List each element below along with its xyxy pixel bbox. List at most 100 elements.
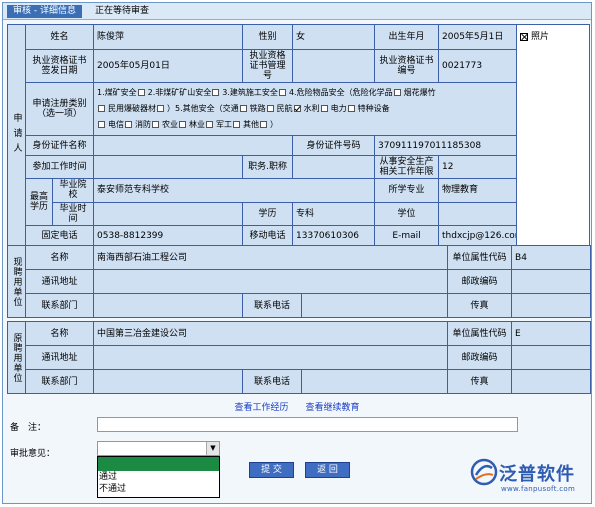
opt-fire: 消防 xyxy=(135,120,152,130)
forest-checkbox[interactable] xyxy=(206,121,214,129)
dropdown-option-blank[interactable] xyxy=(98,457,219,471)
title-value xyxy=(292,155,376,180)
chevron-down-icon[interactable]: ▼ xyxy=(206,442,219,455)
cur-zip-label: 邮政编码 xyxy=(447,269,513,294)
cert-date-value: 2005年05月01日 xyxy=(93,49,244,84)
mobile-label: 移动电话 xyxy=(242,224,294,248)
detail-links: 查看工作经历 查看继续教育 xyxy=(3,400,591,413)
logo-url: www.fanpusoft.com xyxy=(501,485,576,493)
degree-edu-value: 专科 xyxy=(292,201,376,226)
approval-label: 审批意见： xyxy=(10,449,56,459)
photo-cell: 照片 xyxy=(516,24,590,247)
hazardous-chem-checkbox[interactable] xyxy=(393,89,401,97)
railway-checkbox[interactable] xyxy=(266,105,274,113)
opt-non-coal: 2.非煤矿矿山安全 xyxy=(147,88,212,98)
dropdown-option-reject[interactable]: 不通过 xyxy=(98,483,219,495)
fire-checkbox[interactable] xyxy=(152,121,160,129)
telecom-checkbox[interactable] xyxy=(125,121,133,129)
cert-date-label: 执业资格证书签发日期 xyxy=(24,49,95,84)
email-label: E-mail xyxy=(374,224,440,248)
prev-name-value: 中国第三冶金建设公司 xyxy=(92,321,449,346)
previous-employer-side-label: 原聘用单位 xyxy=(7,321,26,394)
opt-aviation: 民航 xyxy=(276,104,293,114)
cur-address-label: 通讯地址 xyxy=(25,269,94,294)
phone-label: 固定电话 xyxy=(24,224,95,248)
applicant-side-label: 申请人 xyxy=(7,24,26,247)
grad-time-label: 毕业时间 xyxy=(51,201,95,226)
previous-employer-table: 原聘用单位 名称 中国第三冶金建设公司 单位属性代码 E 通讯地址 邮政编码 联… xyxy=(7,321,592,394)
prev-name-label: 名称 xyxy=(25,321,94,346)
birth-label: 出生年月 xyxy=(374,23,440,51)
back-button[interactable]: 返 回 xyxy=(305,462,350,478)
cur-dept-label: 联系部门 xyxy=(25,293,94,318)
cur-address-value xyxy=(92,269,449,294)
cur-tel-value xyxy=(300,293,449,318)
degree-edu-label: 学历 xyxy=(242,201,294,226)
work-history-link[interactable]: 查看工作经历 xyxy=(235,403,289,413)
logo-text: 泛普软件 xyxy=(499,464,575,485)
work-start-value xyxy=(93,155,244,180)
current-employer-side-label: 现聘用单位 xyxy=(7,245,26,318)
status-text: 正在等待审查 xyxy=(95,6,150,16)
construction-checkbox[interactable] xyxy=(278,89,286,97)
opt-other: 其他 xyxy=(243,120,260,130)
opt-coal-mine: 1.煤矿安全 xyxy=(97,88,137,98)
remark-input[interactable] xyxy=(97,417,518,432)
water-checkbox[interactable] xyxy=(320,105,328,113)
agri-checkbox[interactable] xyxy=(179,121,187,129)
title-tab[interactable]: 审核 - 详细信息 xyxy=(7,5,82,18)
school-value: 泰安师范专科学校 xyxy=(93,178,376,203)
prev-fax-label: 传真 xyxy=(447,369,513,394)
prev-dept-label: 联系部门 xyxy=(25,369,94,394)
opt-water: 水利 xyxy=(303,104,320,114)
opt-explosives: 民用爆破器材 xyxy=(108,104,157,114)
coal-mine-checkbox[interactable] xyxy=(137,89,145,97)
military-checkbox[interactable] xyxy=(233,121,241,129)
prev-zip-label: 邮政编码 xyxy=(447,345,513,370)
cert-no-label: 执业资格证书编号 xyxy=(374,49,440,84)
remark-label: 备 注： xyxy=(10,423,47,433)
special-equip-checkbox[interactable] xyxy=(98,121,106,129)
gender-label: 性别 xyxy=(242,23,294,51)
logo-mark-icon xyxy=(470,458,498,486)
continuing-edu-link[interactable]: 查看继续教育 xyxy=(305,403,359,413)
dropdown-option-approve[interactable]: 通过 xyxy=(98,471,219,483)
aviation-checkbox[interactable] xyxy=(293,105,301,113)
photo-icon[interactable] xyxy=(520,32,528,41)
prev-tel-value xyxy=(300,369,449,394)
submit-button[interactable]: 提 交 xyxy=(249,462,294,478)
fireworks-checkbox[interactable] xyxy=(98,105,106,113)
cur-name-label: 名称 xyxy=(25,245,94,270)
opt-close: ） xyxy=(270,120,279,130)
prev-nature-value: E xyxy=(511,321,592,346)
category-label: 申请注册类别（选一项） xyxy=(24,82,95,136)
non-coal-checkbox[interactable] xyxy=(212,89,220,97)
prev-tel-label: 联系电话 xyxy=(242,369,302,394)
other-checkbox[interactable] xyxy=(260,121,268,129)
power-checkbox[interactable] xyxy=(347,105,355,113)
email-value: thdxcjp@126.com xyxy=(438,224,519,248)
degree-value xyxy=(438,201,519,226)
opt-forest: 林业 xyxy=(189,120,206,130)
cur-zip-value xyxy=(511,269,592,294)
prev-zip-value xyxy=(511,345,592,370)
approval-dropdown-list: 通过 不通过 xyxy=(97,456,220,498)
transport-checkbox[interactable] xyxy=(239,105,247,113)
title-label: 职务.职称 xyxy=(242,155,294,180)
explosives-checkbox[interactable] xyxy=(157,105,165,113)
cur-tel-label: 联系电话 xyxy=(242,293,302,318)
approval-select[interactable]: ▼ xyxy=(97,441,220,456)
phone-value: 0538-8812399 xyxy=(93,224,244,248)
idcard-no-label: 身份证件号码 xyxy=(292,134,376,157)
approval-window: 审核 - 详细信息 正在等待审查 申请人 姓名 陈俊萍 性别 女 出生年月 20… xyxy=(2,2,592,504)
prev-fax-value xyxy=(511,369,592,394)
title-bar: 审核 - 详细信息 正在等待审查 xyxy=(3,3,591,20)
cur-nature-value: B4 xyxy=(511,245,592,270)
mobile-value: 13370610306 xyxy=(292,224,376,248)
cur-fax-value xyxy=(511,293,592,318)
edu-label: 最高学历 xyxy=(25,178,53,226)
cert-mgmt-value xyxy=(292,49,376,84)
prev-address-value xyxy=(92,345,449,370)
current-employer-table: 现聘用单位 名称 南海西部石油工程公司 单位属性代码 B4 通讯地址 邮政编码 … xyxy=(7,245,592,318)
school-label: 毕业院校 xyxy=(51,178,95,203)
